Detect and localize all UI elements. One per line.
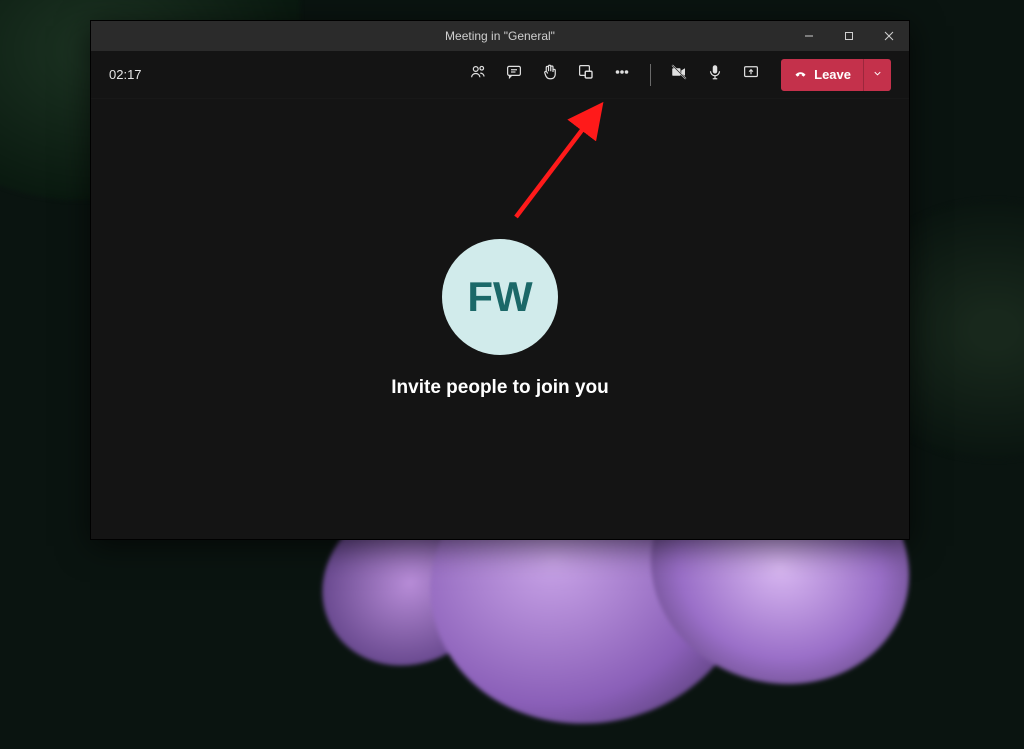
close-button[interactable] [869, 21, 909, 51]
toolbar-divider [650, 64, 651, 86]
people-icon [469, 63, 487, 86]
participants-button[interactable] [462, 59, 494, 91]
more-actions-button[interactable] [606, 59, 638, 91]
leave-button[interactable]: Leave [781, 59, 863, 91]
share-tray-icon [742, 63, 760, 86]
titlebar: Meeting in "General" [91, 21, 909, 51]
hand-icon [541, 63, 559, 86]
mic-icon [706, 63, 724, 86]
rooms-button[interactable] [570, 59, 602, 91]
toolbar-icons: Leave [462, 59, 891, 91]
meeting-toolbar: 02:17 [91, 51, 909, 99]
call-timer: 02:17 [109, 67, 142, 82]
avatar-initials: FW [467, 273, 532, 321]
minimize-button[interactable] [789, 21, 829, 51]
meeting-content: FW Invite people to join you [91, 99, 909, 539]
mic-toggle-button[interactable] [699, 59, 731, 91]
leave-dropdown-button[interactable] [863, 59, 891, 91]
chat-button[interactable] [498, 59, 530, 91]
share-screen-button[interactable] [735, 59, 767, 91]
window-title: Meeting in "General" [445, 29, 555, 43]
maximize-button[interactable] [829, 21, 869, 51]
camera-off-icon [670, 63, 688, 86]
window-controls [789, 21, 909, 51]
avatar: FW [442, 239, 558, 355]
ellipsis-icon [613, 63, 631, 86]
chevron-down-icon [872, 66, 883, 84]
meeting-window: Meeting in "General" 02:17 [90, 20, 910, 540]
raise-hand-button[interactable] [534, 59, 566, 91]
leave-button-group: Leave [781, 59, 891, 91]
invite-prompt: Invite people to join you [391, 377, 608, 399]
chat-icon [505, 63, 523, 86]
hangup-icon [793, 66, 808, 84]
leave-label: Leave [814, 67, 851, 82]
breakout-rooms-icon [577, 63, 595, 86]
camera-toggle-button[interactable] [663, 59, 695, 91]
